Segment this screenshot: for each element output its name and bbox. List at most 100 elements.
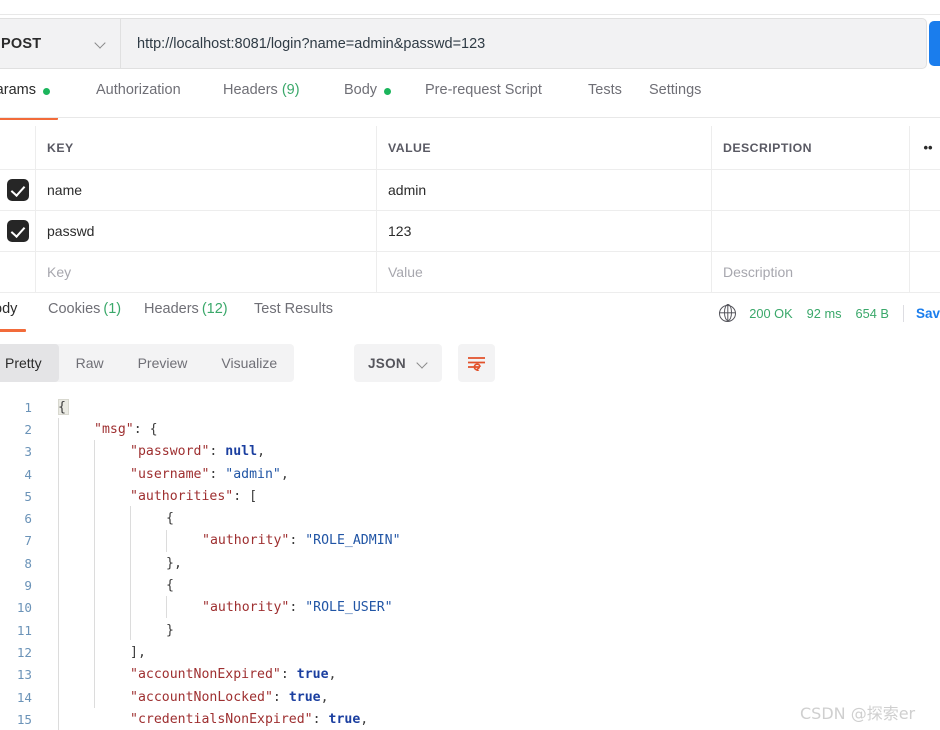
key-cell-text: name — [47, 182, 83, 198]
row-checkbox-cell[interactable] — [0, 252, 36, 292]
code-line: 11} — [0, 619, 940, 641]
code-line-text: "accountNonExpired": true, — [40, 667, 336, 682]
table-row[interactable]: name admin — [0, 170, 940, 211]
word-wrap-icon — [468, 357, 485, 371]
viewer-mode-pretty[interactable]: Pretty — [0, 344, 59, 382]
code-line-text: ], — [40, 645, 146, 660]
value-cell-text: Value — [388, 264, 423, 280]
code-token-p: : — [209, 444, 226, 460]
row-checkbox-cell[interactable] — [0, 211, 36, 251]
code-line-text: { — [40, 511, 174, 526]
code-line: 13 "accountNonExpired": true, — [0, 664, 940, 686]
description-cell[interactable] — [712, 211, 910, 251]
code-line-text: "credentialsNonExpired": true, — [40, 712, 368, 727]
tab-count: (9) — [281, 82, 300, 98]
code-token-p: , — [328, 667, 337, 683]
tab-settings[interactable]: Settings — [649, 82, 701, 117]
line-number: 4 — [24, 466, 32, 482]
line-number: 13 — [16, 667, 32, 683]
bulk-edit-icon[interactable]: •• — [923, 140, 932, 155]
window-top-divider — [0, 14, 940, 15]
globe-icon — [719, 304, 737, 322]
line-number: 6 — [24, 511, 32, 527]
meta-divider — [902, 304, 904, 322]
code-token-s: "ROLE_USER" — [305, 600, 393, 616]
column-header-value: VALUE — [388, 140, 432, 155]
url-input[interactable]: http://localhost:8081/login?name=admin&p… — [120, 18, 927, 69]
http-method-selector[interactable]: POST — [0, 18, 120, 69]
response-tab-headers[interactable]: Headers (12) — [144, 300, 228, 328]
table-row-placeholder[interactable]: Key Value Description — [0, 252, 940, 293]
code-token-p: : — [289, 533, 306, 549]
tab-params[interactable]: Params — [0, 82, 58, 120]
tab-authorization[interactable]: Authorization — [96, 82, 181, 117]
code-token-p: }, — [166, 555, 182, 571]
header-checkbox-cell — [0, 126, 36, 169]
viewer-mode-visualize[interactable]: Visualize — [204, 344, 294, 382]
value-cell[interactable]: Value — [377, 252, 712, 292]
unsaved-indicator-dot — [42, 88, 50, 95]
code-token-k: "accountNonExpired" — [130, 667, 281, 683]
code-line-text: "authorities": [ — [40, 489, 257, 504]
code-token-k: "accountNonLocked" — [130, 689, 273, 705]
value-cell-text: admin — [388, 182, 427, 198]
send-button[interactable] — [929, 21, 940, 66]
checkbox-checked-icon[interactable] — [7, 179, 29, 201]
key-cell[interactable]: name — [36, 170, 377, 210]
word-wrap-button[interactable] — [458, 344, 495, 382]
code-line-text: } — [40, 623, 174, 638]
active-tab-underline — [0, 329, 26, 332]
response-tab-cookies[interactable]: Cookies (1) — [48, 300, 121, 328]
code-token-p: , — [257, 444, 266, 460]
code-token-p: : [ — [233, 488, 258, 504]
request-url-bar: POST http://localhost:8081/login?name=ad… — [0, 18, 940, 69]
code-line: 7 "authority": "ROLE_ADMIN" — [0, 530, 940, 552]
checkbox-checked-icon[interactable] — [7, 220, 29, 242]
description-cell[interactable] — [712, 170, 910, 210]
line-number: 9 — [24, 578, 32, 594]
code-token-p: : — [312, 711, 329, 727]
code-line: 6{ — [0, 507, 940, 529]
line-number: 11 — [16, 622, 32, 638]
tab-pre-request-script[interactable]: Pre-request Script — [425, 82, 542, 117]
response-body-code[interactable]: 1{2 "msg": {3 "password": null, 4 "username"… — [0, 396, 940, 730]
viewer-mode-raw[interactable]: Raw — [59, 344, 121, 382]
code-token-k: "msg" — [94, 421, 134, 437]
key-cell[interactable]: Key — [36, 252, 377, 292]
tab-label: Settings — [649, 82, 702, 98]
line-number: 3 — [24, 444, 32, 460]
description-cell[interactable]: Description — [712, 252, 910, 292]
key-cell[interactable]: passwd — [36, 211, 377, 251]
save-response-link[interactable]: Sav — [916, 306, 940, 321]
table-row[interactable]: passwd 123 — [0, 211, 940, 252]
tab-body[interactable]: Body — [344, 82, 392, 117]
code-token-lit: true — [288, 689, 321, 705]
value-cell[interactable]: admin — [377, 170, 712, 210]
tab-headers[interactable]: Headers (9) — [223, 82, 300, 117]
response-format-selector[interactable]: JSON — [354, 344, 442, 382]
line-number: 14 — [16, 689, 32, 705]
code-token-k: "authority" — [202, 600, 290, 616]
code-line: 12], — [0, 641, 940, 663]
code-token-k: "authority" — [202, 533, 290, 549]
code-token-p: : — [209, 466, 226, 482]
http-method-label: POST — [1, 35, 42, 52]
table-header-row: KEY VALUE DESCRIPTION •• — [0, 126, 940, 170]
viewer-mode-preview[interactable]: Preview — [121, 344, 205, 382]
response-size: 654 B — [855, 305, 889, 321]
chevron-down-icon — [417, 358, 428, 369]
query-params-table: KEY VALUE DESCRIPTION •• name admin passwd… — [0, 126, 940, 293]
row-checkbox-cell[interactable] — [0, 170, 36, 210]
code-token-p: , — [360, 711, 369, 727]
code-line: 15 "credentialsNonExpired": true, — [0, 708, 940, 730]
response-tab-ody[interactable]: ody — [0, 300, 26, 332]
response-tab-test-results[interactable]: Test Results — [254, 300, 333, 328]
value-cell[interactable]: 123 — [377, 211, 712, 251]
code-token-p: : — [289, 600, 306, 616]
request-tab-bar-divider — [0, 117, 940, 118]
code-token-k: "credentialsNonExpired" — [130, 711, 313, 727]
code-token-p: } — [166, 622, 174, 638]
viewer-mode-segment: Pretty Raw Preview Visualize — [0, 344, 295, 382]
tab-tests[interactable]: Tests — [588, 82, 622, 117]
key-cell-text: Key — [47, 264, 72, 280]
